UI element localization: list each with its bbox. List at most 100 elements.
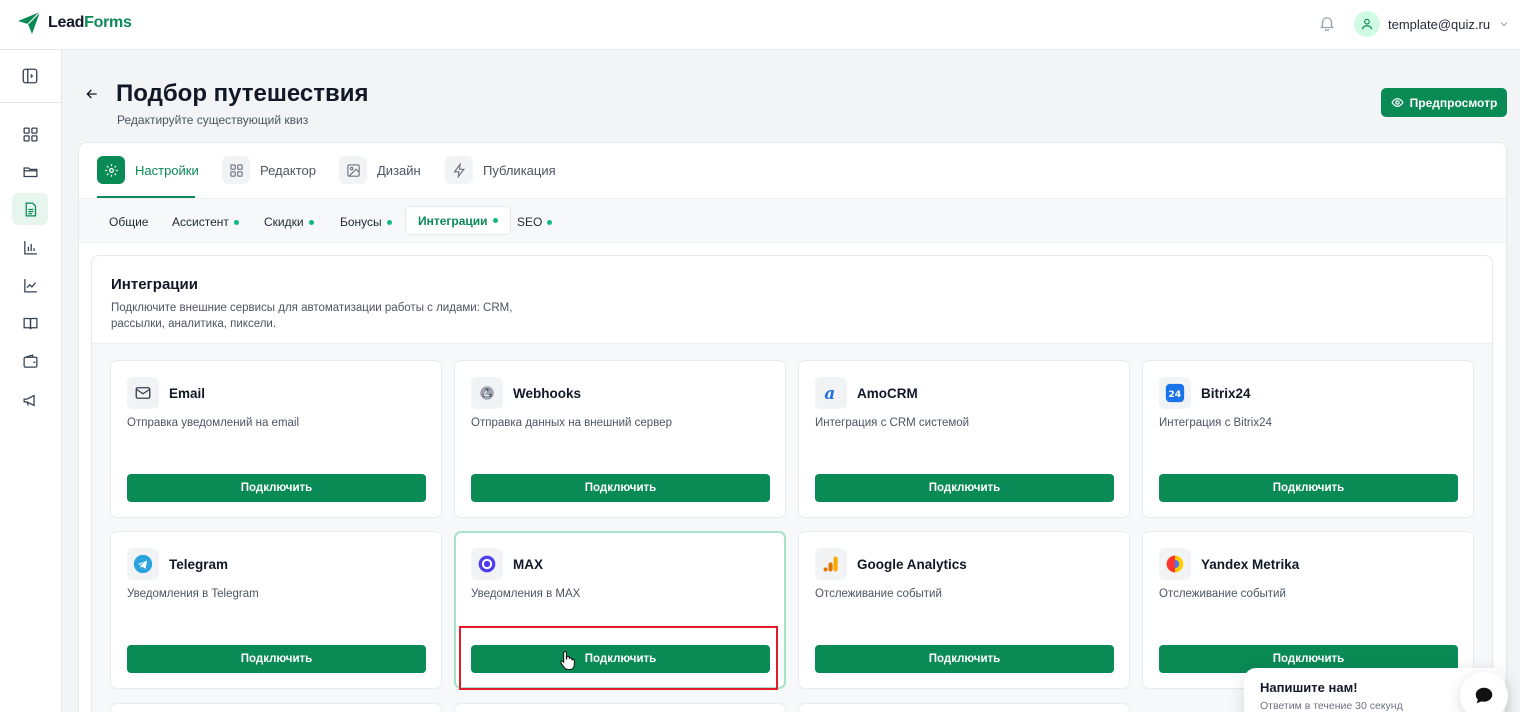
sidebar-toggle[interactable]	[12, 61, 48, 91]
sidebar-item-folder[interactable]	[12, 155, 48, 187]
amocrm-icon: a	[824, 383, 835, 403]
folder-icon	[22, 166, 38, 177]
yandex-metrika-icon	[1166, 555, 1184, 573]
user-icon	[1361, 18, 1373, 30]
card-description: Интеграция с CRM системой	[815, 417, 970, 429]
svg-text:24: 24	[1168, 389, 1181, 400]
dashboard-icon	[22, 126, 38, 142]
tab-design-icon-wrap	[339, 156, 367, 184]
sidebar-divider	[0, 102, 62, 103]
active-tab-underline	[97, 196, 195, 198]
card-icon-wrap	[127, 548, 159, 580]
sidebar-item-document[interactable]	[12, 193, 48, 225]
subtab-seo[interactable]: SEO	[505, 209, 564, 235]
tab-settings-icon-wrap	[97, 156, 125, 184]
subtab-label: SEO	[517, 215, 543, 229]
wallet-icon	[22, 353, 38, 368]
card-title: MAX	[513, 557, 543, 572]
telegram-icon	[133, 554, 153, 574]
integration-card-partial	[798, 703, 1130, 712]
sidebar-item-megaphone[interactable]	[12, 384, 48, 416]
highlight-box	[459, 626, 778, 690]
logo[interactable]: LeadForms	[16, 10, 132, 36]
card-icon-wrap	[471, 548, 503, 580]
logo-text: LeadForms	[48, 14, 132, 31]
card-title: Email	[169, 386, 206, 401]
tab-publish-icon-wrap	[445, 156, 473, 184]
status-dot	[233, 219, 239, 225]
card-title: Webhooks	[513, 386, 582, 401]
card-title: Bitrix24	[1201, 386, 1251, 401]
card-description: Отслеживание событий	[1159, 588, 1286, 600]
tab-settings[interactable]: Настройки	[97, 156, 199, 184]
image-icon	[346, 163, 360, 177]
grid-icon	[229, 163, 243, 177]
subtab-integrations[interactable]: Интеграции	[405, 206, 511, 235]
tab-publish[interactable]: Публикация	[445, 156, 556, 184]
mail-icon	[135, 387, 151, 399]
connect-telegram-button[interactable]: Подключить	[127, 645, 426, 673]
sidebar-item-dashboard[interactable]	[12, 118, 48, 150]
card-icon-wrap	[1159, 548, 1191, 580]
user-menu[interactable]: template@quiz.ru	[1354, 11, 1510, 37]
card-title: Yandex Metrika	[1201, 557, 1300, 572]
subtab-label: Ассистент	[172, 215, 229, 229]
integration-card-amocrm: a AmoCRM Интеграция с CRM системой Подкл…	[798, 360, 1130, 518]
integration-card-bitrix24: 24 Bitrix24 Интеграция с Bitrix24 Подклю…	[1142, 360, 1474, 518]
subtab-label: Бонусы	[340, 215, 382, 229]
page-title: Подбор путешествия	[116, 80, 369, 107]
tab-editor[interactable]: Редактор	[222, 156, 316, 184]
sidebar-item-wallet[interactable]	[12, 345, 48, 377]
tab-design-label: Дизайн	[377, 162, 421, 178]
integration-card-partial	[110, 703, 442, 712]
integrations-section: Интеграции Подключите внешние сервисы дл…	[91, 255, 1493, 712]
sidebar-item-book[interactable]	[12, 307, 48, 339]
connect-bitrix24-button[interactable]: Подключить	[1159, 474, 1458, 502]
subtab-discounts[interactable]: Скидки	[252, 209, 326, 235]
gear-icon	[104, 163, 118, 177]
avatar	[1354, 11, 1380, 37]
sidebar-item-line-chart[interactable]	[12, 269, 48, 301]
subtab-bonuses[interactable]: Бонусы	[328, 209, 404, 235]
status-dot	[308, 219, 314, 225]
megaphone-icon	[22, 394, 35, 406]
chat-button[interactable]	[1460, 672, 1508, 712]
back-arrow-icon[interactable]	[84, 86, 100, 102]
card-description: Интеграция с Bitrix24	[1159, 417, 1272, 429]
status-dot	[547, 219, 553, 225]
status-dot	[492, 218, 498, 223]
card-title: Telegram	[169, 557, 229, 572]
top-bar: LeadForms template@quiz.ru	[0, 0, 1520, 50]
connect-webhooks-button[interactable]: Подключить	[471, 474, 770, 502]
user-email: template@quiz.ru	[1388, 16, 1491, 32]
card-description: Уведомления в Telegram	[127, 588, 259, 600]
card-icon-wrap	[471, 377, 503, 409]
chat-bubble-icon	[1475, 687, 1493, 704]
tab-publish-label: Публикация	[483, 162, 556, 178]
preview-button[interactable]: Предпросмотр	[1381, 88, 1507, 117]
card-icon-wrap: a	[815, 377, 847, 409]
line-chart-icon	[23, 278, 37, 293]
integrations-title: Интеграции	[111, 276, 198, 293]
chevron-down-icon	[1500, 22, 1508, 27]
preview-label: Предпросмотр	[1409, 95, 1498, 110]
card-icon-wrap	[127, 377, 159, 409]
subtab-label: Интеграции	[418, 213, 488, 228]
sidebar-item-bar-chart[interactable]	[12, 231, 48, 263]
connect-google-analytics-button[interactable]: Подключить	[815, 645, 1114, 673]
integration-card-webhooks: Webhooks Отправка данных на внешний серв…	[454, 360, 786, 518]
google-analytics-icon	[823, 556, 838, 572]
subtab-general[interactable]: Общие	[97, 209, 160, 235]
bar-chart-icon	[23, 240, 37, 255]
subtab-assistant[interactable]: Ассистент	[160, 209, 251, 235]
card-title: AmoCRM	[857, 386, 918, 401]
integrations-header: Интеграции Подключите внешние сервисы дл…	[92, 256, 1492, 344]
connect-email-button[interactable]: Подключить	[127, 474, 426, 502]
bitrix24-icon: 24	[1165, 383, 1185, 403]
connect-amocrm-button[interactable]: Подключить	[815, 474, 1114, 502]
lightning-icon	[452, 162, 465, 178]
bell-icon[interactable]	[1318, 14, 1336, 32]
paper-plane-logo-icon	[18, 11, 41, 34]
main-tabs: Настройки Редактор Дизайн Публикация	[79, 143, 1506, 199]
tab-design[interactable]: Дизайн	[339, 156, 421, 184]
